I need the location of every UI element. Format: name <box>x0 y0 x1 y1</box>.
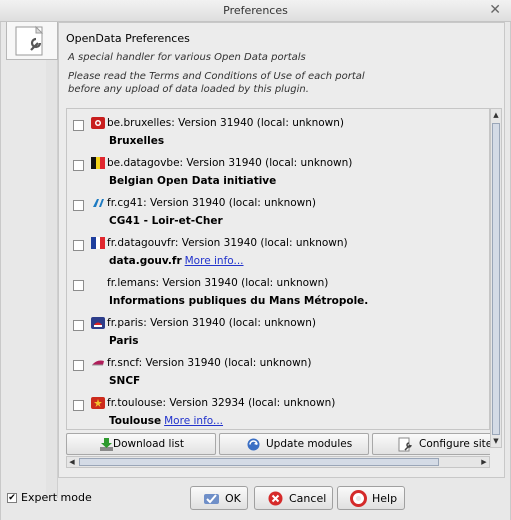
module-checkbox[interactable] <box>73 320 84 331</box>
module-subtitle: Toulouse More info... <box>109 415 224 427</box>
toulouse-icon <box>91 397 105 409</box>
module-checkbox[interactable] <box>73 360 84 371</box>
module-name: fr.datagouvfr: Version 31940 (local: unk… <box>107 237 348 249</box>
module-name: fr.toulouse: Version 32934 (local: unkno… <box>107 397 336 409</box>
bruxelles-icon <box>91 117 105 129</box>
expert-mode-toggle[interactable]: ✔ Expert mode <box>7 491 92 504</box>
configure-site-button[interactable]: Configure site <box>372 433 490 455</box>
module-item-paris: fr.paris: Version 31940 (local: unknown)… <box>67 309 489 349</box>
expert-mode-checkbox[interactable]: ✔ <box>7 492 17 503</box>
module-subtitle: Paris <box>109 335 139 347</box>
cancel-icon <box>268 491 283 506</box>
scroll-down-arrow-icon[interactable]: ▼ <box>491 435 501 447</box>
module-subtitle: SNCF <box>109 375 141 387</box>
module-item-cg41: fr.cg41: Version 31940 (local: unknown) … <box>67 189 489 229</box>
module-item-bruxelles: be.bruxelles: Version 31940 (local: unkn… <box>67 109 489 149</box>
scrollbar-thumb[interactable] <box>492 123 500 435</box>
ok-button[interactable]: OK <box>190 486 248 510</box>
download-list-button[interactable]: Download list <box>66 433 216 455</box>
more-info-link[interactable]: More info... <box>164 415 223 427</box>
module-item-lemans: fr.lemans: Version 31940 (local: unknown… <box>67 269 489 309</box>
module-list[interactable]: be.bruxelles: Version 31940 (local: unkn… <box>66 108 490 430</box>
refresh-icon <box>247 438 260 451</box>
description-line-1: A special handler for various Open Data … <box>68 52 306 63</box>
module-item-toulouse: fr.toulouse: Version 32934 (local: unkno… <box>67 389 489 429</box>
module-subtitle: Informations publiques du Mans Métropole… <box>109 295 369 307</box>
title-bar: Preferences ✕ <box>0 0 511 22</box>
sncf-icon <box>92 360 104 366</box>
module-checkbox[interactable] <box>73 200 84 211</box>
help-button[interactable]: Help <box>337 486 405 510</box>
preference-tab-strip <box>46 60 58 498</box>
configure-icon <box>398 437 412 452</box>
scroll-left-arrow-icon[interactable]: ◀ <box>67 457 77 467</box>
window-title: Preferences <box>223 4 288 17</box>
module-list-vertical-scrollbar[interactable]: ▲ ▼ <box>490 108 502 448</box>
close-icon[interactable]: ✕ <box>489 2 501 18</box>
module-checkbox[interactable] <box>73 240 84 251</box>
module-toolbar: Download list Update modules Configure s… <box>66 433 490 455</box>
scroll-up-arrow-icon[interactable]: ▲ <box>491 109 501 121</box>
module-name: be.bruxelles: Version 31940 (local: unkn… <box>107 117 345 129</box>
module-item-datagovbe: be.datagovbe: Version 31940 (local: unkn… <box>67 149 489 189</box>
wrench-settings-icon <box>15 25 44 56</box>
module-checkbox[interactable] <box>73 280 84 291</box>
more-info-link[interactable]: More info... <box>185 255 244 267</box>
module-item-datagouvfr: fr.datagouvfr: Version 31940 (local: unk… <box>67 229 489 269</box>
ok-check-icon <box>204 494 219 504</box>
cg41-icon <box>93 199 104 207</box>
cancel-button[interactable]: Cancel <box>254 486 333 510</box>
scrollbar-thumb[interactable] <box>79 458 439 466</box>
module-name: fr.lemans: Version 31940 (local: unknown… <box>107 277 329 289</box>
description-line-2: Please read the Terms and Conditions of … <box>68 71 365 82</box>
panel-description: A special handler for various Open Data … <box>68 51 368 96</box>
paris-icon <box>91 317 105 329</box>
update-modules-button[interactable]: Update modules <box>219 433 369 455</box>
module-checkbox[interactable] <box>73 120 84 131</box>
expert-mode-label: Expert mode <box>21 491 92 504</box>
scroll-right-arrow-icon[interactable]: ▶ <box>479 457 489 467</box>
france-flag-icon <box>91 237 105 249</box>
module-item-sncf: fr.sncf: Version 31940 (local: unknown) … <box>67 349 489 389</box>
module-checkbox[interactable] <box>73 400 84 411</box>
module-subtitle: Bruxelles <box>109 135 165 147</box>
download-icon <box>100 438 113 451</box>
belgium-flag-icon <box>91 157 105 169</box>
dialog-body: OpenData Preferences A special handler f… <box>0 22 511 520</box>
module-name: fr.sncf: Version 31940 (local: unknown) <box>107 357 312 369</box>
description-line-3: before any upload of data loaded by this… <box>68 84 309 95</box>
help-lifebuoy-icon <box>350 490 367 507</box>
module-subtitle: CG41 - Loir-et-Cher <box>109 215 223 227</box>
module-checkbox[interactable] <box>73 160 84 171</box>
module-subtitle: data.gouv.fr More info... <box>109 255 244 267</box>
module-subtitle: Belgian Open Data initiative <box>109 175 277 187</box>
panel-heading: OpenData Preferences <box>66 32 190 45</box>
module-name: be.datagovbe: Version 31940 (local: unkn… <box>107 157 353 169</box>
module-name: fr.cg41: Version 31940 (local: unknown) <box>107 197 316 209</box>
module-name: fr.paris: Version 31940 (local: unknown) <box>107 317 317 329</box>
opendata-panel: OpenData Preferences A special handler f… <box>58 22 505 478</box>
module-list-horizontal-scrollbar[interactable]: ◀ ▶ <box>66 456 490 468</box>
preference-tab-plugin[interactable] <box>6 22 58 60</box>
